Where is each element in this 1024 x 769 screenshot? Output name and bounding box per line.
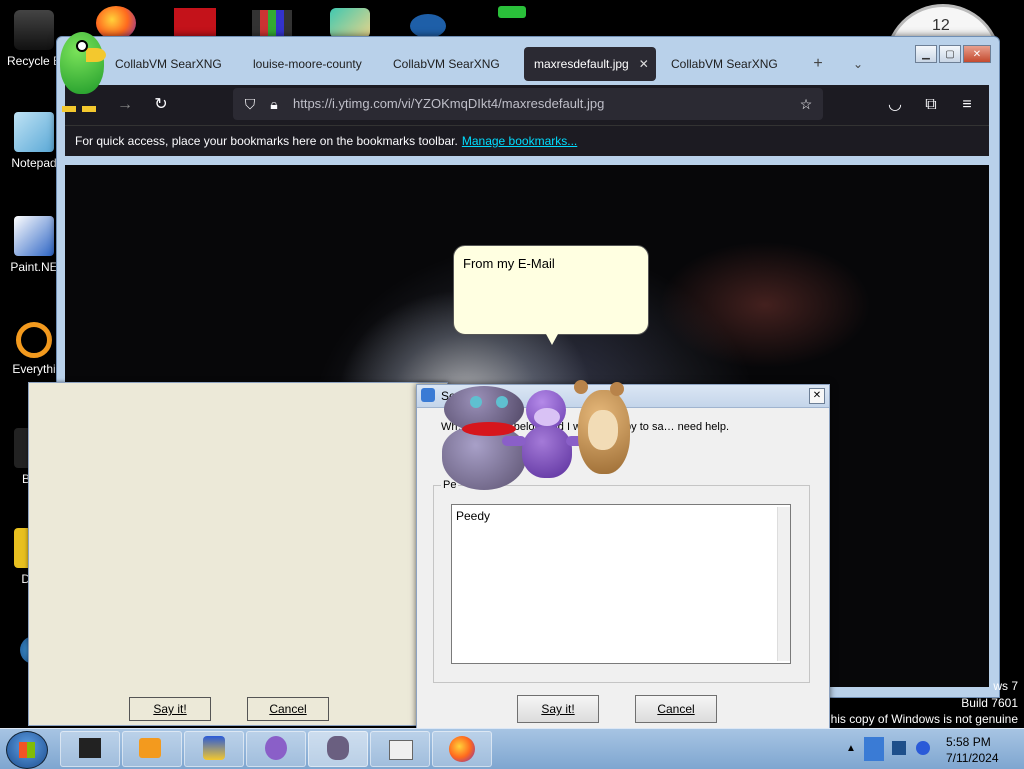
bonzi-icon	[265, 736, 287, 760]
tab-collabvm-searxng-3[interactable]: CollabVM SearXNG	[661, 47, 809, 81]
windows-genuine-text: his copy of Windows is not genuine	[830, 712, 1018, 726]
background-dialog-say-button[interactable]: Say it!	[129, 697, 211, 721]
manage-bookmarks-link[interactable]: Manage bookmarks...	[462, 134, 577, 148]
taskbar-item-agent-wizard[interactable]	[184, 731, 244, 767]
tab-louise-moore-county[interactable]: louise-moore-county	[243, 47, 389, 81]
taskbar-item-lips[interactable]	[308, 731, 368, 767]
taskbar-item-terminal[interactable]	[60, 731, 120, 767]
pdf-desktop-icon[interactable]	[174, 8, 216, 38]
bookmarks-toolbar: For quick access, place your bookmarks h…	[65, 125, 989, 156]
action-center-icon[interactable]	[864, 737, 884, 761]
url-bar[interactable]: ⛉ 🔒︎ https://i.ytimg.com/vi/YZOKmqDIkt4/…	[233, 88, 823, 120]
shield-icon[interactable]: ⛉	[241, 95, 259, 113]
wizard-icon	[203, 736, 225, 760]
reload-icon[interactable]: ↻	[151, 95, 171, 115]
taskbar-item-explorer[interactable]	[370, 731, 430, 767]
pocket-icon[interactable]: ◡	[885, 95, 905, 115]
notepad-icon	[14, 112, 54, 152]
hamster-character[interactable]	[574, 380, 634, 480]
extensions-icon[interactable]: ⧉	[921, 95, 941, 115]
terminal-icon	[79, 738, 101, 758]
desktop-icon-notepad[interactable]: Notepad	[4, 112, 64, 170]
media-player-icon	[139, 738, 161, 758]
bookmarks-toolbar-text: For quick access, place your bookmarks h…	[75, 134, 458, 148]
clock-time[interactable]: 5:58 PM	[946, 735, 991, 749]
taskbar-item-firefox[interactable]	[432, 731, 492, 767]
minimize-icon[interactable]: ▁	[915, 45, 937, 63]
parrot-character[interactable]	[46, 26, 112, 118]
window-controls: ▁ ▢ ✕	[915, 45, 991, 63]
clock-numeral: 12	[932, 17, 950, 34]
tab-maxresdefault[interactable]: maxresdefault.jpg ✕	[524, 47, 656, 81]
windows-logo-icon	[19, 742, 35, 758]
bookmark-star-icon[interactable]: ☆	[797, 95, 815, 113]
background-dialog: Say it! Cancel	[28, 382, 448, 726]
windows-build-text: Build 7601	[961, 696, 1018, 710]
navigation-toolbar: → ↻ ⛉ 🔒︎ https://i.ytimg.com/vi/YZOKmqDI…	[65, 85, 989, 125]
dialog-close-icon[interactable]: ✕	[809, 388, 825, 404]
menu-icon[interactable]: ≡	[957, 95, 977, 115]
taskbar-item-bonzi[interactable]	[246, 731, 306, 767]
folder-icon	[389, 740, 413, 760]
forward-icon[interactable]: →	[115, 95, 135, 115]
tab-bar: CollabVM SearXNG louise-moore-county Col…	[57, 45, 917, 85]
lock-icon[interactable]: 🔒︎	[265, 95, 283, 113]
bluetooth-desktop-icon[interactable]	[410, 14, 446, 38]
speech-balloon: From my E-Mail	[453, 245, 649, 345]
list-tabs-button[interactable]: ⌄	[849, 55, 867, 73]
tab-collabvm-searxng-2[interactable]: CollabVM SearXNG	[383, 47, 531, 81]
volume-icon[interactable]	[916, 741, 930, 755]
start-button[interactable]	[6, 731, 48, 769]
taskbar-item-media-player[interactable]	[122, 731, 182, 767]
speech-text-input[interactable]	[451, 504, 791, 664]
desktop-icon-label: Paint.NE	[10, 260, 58, 274]
new-tab-button[interactable]: +	[809, 55, 827, 73]
video-desktop-icon[interactable]	[252, 10, 292, 38]
desktop-icon-label: Notepad	[11, 156, 57, 170]
clock-date[interactable]: 7/11/2024	[946, 751, 999, 765]
textarea-scrollbar[interactable]	[777, 507, 790, 661]
desktop-icon-label: Everythi	[12, 362, 56, 376]
close-window-icon[interactable]: ✕	[963, 45, 991, 63]
background-dialog-cancel-button[interactable]: Cancel	[247, 697, 329, 721]
network-tray-icon[interactable]	[892, 741, 906, 755]
search-icon	[16, 322, 52, 358]
firefox-icon	[449, 736, 475, 762]
url-text: https://i.ytimg.com/vi/YZOKmqDIkt4/maxre…	[293, 96, 605, 111]
dialog-app-icon	[421, 388, 435, 402]
windows-version-text: ws 7	[993, 679, 1018, 693]
desktop-icon-everything[interactable]: Everythi	[4, 322, 64, 376]
say-it-button[interactable]: Say it!	[517, 695, 599, 723]
show-hidden-icons[interactable]: ▲	[846, 743, 856, 754]
lips-icon	[327, 736, 349, 760]
balloon-text: From my E-Mail	[463, 256, 555, 271]
agent-desktop-icon[interactable]	[330, 8, 370, 38]
green-desktop-icon[interactable]	[498, 6, 526, 18]
taskbar: ▲ 5:58 PM 7/11/2024	[0, 728, 1024, 769]
system-tray: ▲ 5:58 PM 7/11/2024	[840, 729, 1024, 769]
cancel-button[interactable]: Cancel	[635, 695, 717, 723]
desktop-icon-paint-net[interactable]: Paint.NE	[4, 216, 64, 274]
close-tab-icon[interactable]: ✕	[639, 57, 649, 71]
maximize-icon[interactable]: ▢	[939, 45, 961, 63]
tab-collabvm-searxng-1[interactable]: CollabVM SearXNG	[105, 47, 253, 81]
paint-net-icon	[14, 216, 54, 256]
